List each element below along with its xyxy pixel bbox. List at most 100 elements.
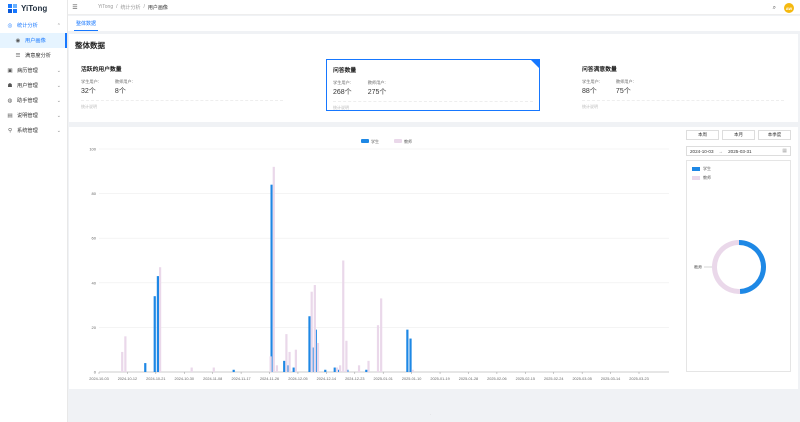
stat-value: 268个 xyxy=(333,89,352,96)
bar[interactable] xyxy=(272,166,275,372)
range-tab-quarter[interactable]: 本季度 xyxy=(758,130,791,140)
bar[interactable] xyxy=(124,336,127,372)
bar[interactable] xyxy=(292,367,295,372)
bar[interactable] xyxy=(190,367,193,372)
bar[interactable] xyxy=(283,360,286,372)
bar[interactable] xyxy=(357,365,361,372)
logo[interactable]: YiTong xyxy=(0,0,67,16)
bar[interactable] xyxy=(409,338,412,372)
bar[interactable] xyxy=(288,351,291,372)
bar[interactable] xyxy=(275,365,279,372)
logo-icon xyxy=(8,3,17,13)
sidebar-item-user-profile[interactable]: ◉ 用户画像 xyxy=(0,33,67,48)
selected-corner-icon xyxy=(531,60,539,68)
bar[interactable] xyxy=(411,369,414,372)
range-tab-week[interactable]: 本周 xyxy=(686,130,719,140)
series-student xyxy=(144,184,412,372)
search-icon[interactable]: ⌕ xyxy=(773,5,776,12)
x-tick-label: 2024-11-17 xyxy=(232,377,251,381)
stat-footnote: 统计说明 xyxy=(333,105,349,110)
bar[interactable] xyxy=(342,260,345,373)
bar[interactable] xyxy=(308,316,311,372)
bar[interactable] xyxy=(270,184,273,372)
series-teacher xyxy=(121,166,414,373)
bar[interactable] xyxy=(316,343,320,372)
breadcrumb-item[interactable]: 统计分析 xyxy=(121,4,141,11)
sidebar-item-users[interactable]: ☗ 用户管理 ⌄ xyxy=(0,78,67,93)
x-tick-label: 2025-03-14 xyxy=(601,377,620,381)
bar[interactable] xyxy=(345,340,348,372)
side-panel: 本周 本月 本季度 2024-10-03 → 2025-03-31 ▦ 学生 教… xyxy=(686,127,798,389)
bar[interactable] xyxy=(159,267,162,372)
bar[interactable] xyxy=(153,296,156,372)
chevron-down-icon: ⌄ xyxy=(56,112,61,119)
tabs-bar: 整体数据 xyxy=(68,16,800,31)
bar[interactable] xyxy=(212,367,215,372)
chevron-up-icon: ⌃ xyxy=(56,22,61,29)
date-range-picker[interactable]: 2024-10-03 → 2025-03-31 ▦ xyxy=(686,146,791,156)
chart-icon: ◎ xyxy=(7,22,13,29)
bar[interactable] xyxy=(285,334,288,372)
range-tab-month[interactable]: 本月 xyxy=(722,130,755,140)
breadcrumb-item[interactable]: YiTong xyxy=(98,4,113,10)
avatar[interactable]: AW xyxy=(784,3,794,13)
bar-chart-area: 学生 教师 0 20 40 60 80 100 2024-10-03 2024-10-12 2024… xyxy=(69,127,683,389)
date-start: 2024-10-03 xyxy=(690,148,714,154)
breadcrumb-current: 用户画像 xyxy=(147,4,168,11)
x-tick-label: 2024-12-14 xyxy=(317,377,336,381)
calendar-icon: ▦ xyxy=(782,148,787,154)
stat-card-active-users[interactable]: 活跃的用户数量 学生用户: 32个 教师用户: 8个 统计说明 xyxy=(75,59,289,111)
chart-legend: 学生 教师 xyxy=(361,138,412,144)
bar-chart: 学生 教师 0 20 40 60 80 100 2024-10-03 2024-10-12 2024… xyxy=(89,138,669,381)
bar[interactable] xyxy=(365,369,368,372)
sidebar-item-statistics[interactable]: ◎ 统计分析 ⌃ xyxy=(0,18,67,33)
bar[interactable] xyxy=(310,291,313,372)
top-header: ☰ YiTong / 统计分析 / 用户画像 ⌕ AW xyxy=(68,0,800,15)
stat-card-qa-count[interactable]: 问答数量 学生用户: 268个 教师用户: 275个 统计说明 xyxy=(326,59,540,111)
bar[interactable] xyxy=(380,298,383,372)
donut-slice[interactable] xyxy=(739,240,767,294)
chevron-down-icon: ⌄ xyxy=(56,97,61,104)
range-tabs: 本周 本月 本季度 xyxy=(686,130,798,140)
sidebar-item-assistants[interactable]: ◍ 助手管理 ⌄ xyxy=(0,93,67,108)
bar[interactable] xyxy=(156,276,159,372)
bar[interactable] xyxy=(232,369,235,372)
bar[interactable] xyxy=(406,329,409,372)
donut-slice[interactable] xyxy=(712,240,741,294)
bar[interactable] xyxy=(121,351,124,372)
x-tick-label: 2024-12-23 xyxy=(345,377,364,381)
legend-swatch xyxy=(394,139,402,143)
x-tick-label: 2024-11-26 xyxy=(260,377,279,381)
sidebar-item-system[interactable]: ⚲ 系统管理 ⌄ xyxy=(0,123,67,138)
stat-title: 问答满意数量 xyxy=(582,67,617,73)
x-tick-label: 2025-02-15 xyxy=(516,377,535,381)
x-tick-label: 2025-01-01 xyxy=(373,377,392,381)
bar[interactable] xyxy=(294,349,297,372)
bar[interactable] xyxy=(335,367,339,372)
x-tick-label: 2024-10-12 xyxy=(118,377,137,381)
y-tick-label: 0 xyxy=(94,370,97,375)
submenu-statistics: ◉ 用户画像 ☰ 满意度分析 xyxy=(0,33,67,63)
sidebar-menu: ◎ 统计分析 ⌃ ◉ 用户画像 ☰ 满意度分析 ▣ 病历管理 ⌄ ☗ 用户管理 … xyxy=(0,18,67,138)
x-tick-label: 2024-11-08 xyxy=(203,377,222,381)
bar[interactable] xyxy=(324,369,327,372)
sidebar-item-records[interactable]: ▣ 病历管理 ⌄ xyxy=(0,63,67,78)
x-tick-label: 2025-01-19 xyxy=(430,377,449,381)
bar[interactable] xyxy=(367,360,370,372)
bar[interactable] xyxy=(144,363,147,372)
bar[interactable] xyxy=(339,365,342,372)
sidebar-item-docs[interactable]: ▤ 说明管理 ⌄ xyxy=(0,108,67,123)
stat-card-satisfied-qa[interactable]: 问答满意数量 学生用户: 88个 教师用户: 75个 统计说明 xyxy=(576,59,790,111)
bar[interactable] xyxy=(376,325,380,372)
bar[interactable] xyxy=(333,367,336,372)
header-actions: ⌕ AW xyxy=(773,3,794,13)
menu-toggle-icon[interactable]: ☰ xyxy=(70,4,80,11)
sidebar-item-label: 满意度分析 xyxy=(25,53,51,59)
chevron-down-icon: ⌄ xyxy=(56,127,61,134)
bar[interactable] xyxy=(313,285,316,372)
stat-label: 教师用户: xyxy=(367,80,386,85)
sidebar-item-satisfaction[interactable]: ☰ 满意度分析 xyxy=(0,48,67,63)
tab-overall-data[interactable]: 整体数据 xyxy=(74,20,99,31)
stat-value: 275个 xyxy=(367,89,387,96)
bar[interactable] xyxy=(269,356,272,372)
